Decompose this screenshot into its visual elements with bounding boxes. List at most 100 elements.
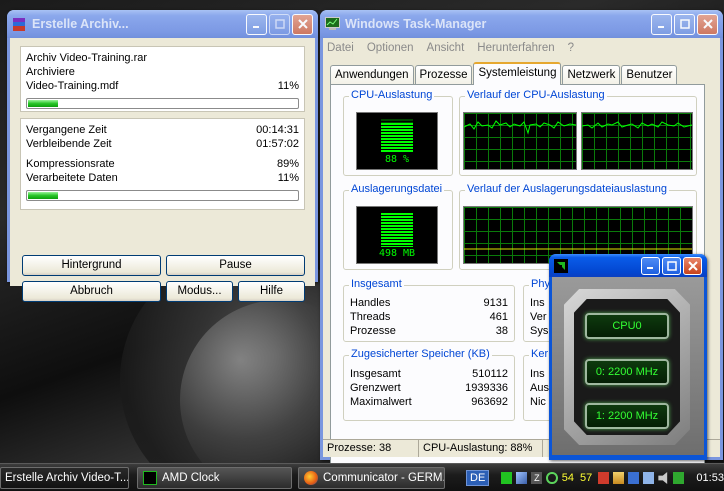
- background-button[interactable]: Hintergrund: [22, 255, 161, 276]
- archive-info-panel: Archiv Video-Training.rar Archiviere Vid…: [20, 46, 305, 112]
- commit-peak-value: 963692: [471, 396, 508, 408]
- commit-limit-value: 1939336: [465, 382, 508, 394]
- handles-label: Handles: [350, 297, 391, 309]
- taskbar-item-amdclock[interactable]: AMD Clock: [137, 467, 292, 489]
- taskmanager-icon: [324, 16, 340, 32]
- menu-options[interactable]: Optionen: [367, 42, 414, 54]
- tab-users[interactable]: Benutzer: [621, 65, 678, 84]
- close-button[interactable]: [683, 256, 702, 275]
- cpu-selector[interactable]: CPU0: [585, 313, 669, 339]
- cancel-button[interactable]: Abbruch: [22, 281, 161, 302]
- tray-temperature-2: 57: [579, 472, 593, 484]
- menu-view[interactable]: Ansicht: [427, 42, 465, 54]
- commit-total-value: 510112: [472, 368, 508, 380]
- cpu-usage-group: CPU-Auslastung 88 %: [343, 89, 453, 176]
- totals-group: Insgesamt Handles 9131 Threads 461 Prozess…: [343, 278, 515, 342]
- status-processes: Prozesse: 38: [323, 440, 419, 457]
- pagefile-value: 498 MB: [378, 248, 416, 259]
- minimize-button[interactable]: [246, 13, 267, 35]
- minimize-icon: [253, 25, 259, 28]
- amd-clock-window: CPU0 0: 2200 MHz 1: 2200 MHz: [549, 254, 707, 460]
- z-icon[interactable]: Z: [531, 472, 543, 484]
- tab-network[interactable]: Netzwerk: [562, 65, 621, 84]
- cpu-history-graph-core0: [463, 112, 577, 170]
- kernel-row: Aus: [530, 382, 549, 394]
- green-status-icon[interactable]: [501, 472, 513, 484]
- close-icon: [687, 260, 698, 271]
- minimize-button[interactable]: [641, 256, 660, 275]
- statistics-panel: Vergangene Zeit 00:14:31 Verbleibende Zei…: [20, 118, 305, 210]
- core0-frequency: 0: 2200 MHz: [585, 359, 669, 385]
- commit-limit-label: Grenzwert: [350, 382, 401, 394]
- minimize-icon: [647, 267, 653, 269]
- amd-clock-titlebar[interactable]: [549, 254, 707, 277]
- shield-icon[interactable]: [673, 472, 685, 484]
- commit-peak-label: Maximalwert: [350, 396, 412, 408]
- amd-logo-icon: [553, 258, 569, 274]
- processes-value: 38: [495, 325, 508, 337]
- volume-icon[interactable]: [658, 472, 668, 484]
- pause-button[interactable]: Pause: [166, 255, 305, 276]
- cpu-history-line: [463, 120, 577, 135]
- taskbar-item-label: AMD Clock: [162, 472, 220, 484]
- current-file: Video-Training.mdf: [26, 80, 119, 92]
- close-button[interactable]: [697, 13, 718, 35]
- tab-applications[interactable]: Anwendungen: [330, 65, 414, 84]
- totals-label: Insgesamt: [349, 278, 404, 290]
- language-indicator[interactable]: DE: [466, 470, 490, 486]
- current-action: Archiviere: [26, 66, 75, 78]
- firefox-icon: [304, 471, 318, 485]
- display-icon[interactable]: [628, 472, 640, 484]
- processed-value: 11%: [277, 172, 299, 184]
- alert-icon[interactable]: [598, 472, 610, 484]
- physical-row: Ver: [530, 311, 547, 323]
- tray-clock[interactable]: 01:53: [696, 472, 724, 484]
- clock-icon[interactable]: [546, 472, 558, 484]
- window-title: Windows Task-Manager: [345, 17, 487, 31]
- winrar-titlebar[interactable]: Erstelle Archiv...: [7, 10, 318, 38]
- close-button[interactable]: [292, 13, 313, 35]
- amd-logo-icon: [143, 471, 157, 485]
- remaining-label: Verbleibende Zeit: [26, 138, 112, 150]
- commit-charge-group: Zugesicherter Speicher (KB) Insgesamt 510…: [343, 348, 515, 421]
- minimize-button[interactable]: [651, 13, 672, 35]
- pagefile-group: Auslagerungsdatei 498 MB: [343, 183, 453, 270]
- tab-processes[interactable]: Prozesse: [414, 65, 473, 84]
- winrar-window: Erstelle Archiv... Archiv Video-Training…: [7, 10, 318, 302]
- cpu-meter-fill: [381, 123, 413, 153]
- mode-button[interactable]: Modus...: [166, 281, 233, 302]
- taskbar-item-communicator[interactable]: Communicator - GERM...: [298, 467, 445, 489]
- kernel-row: Nic: [530, 396, 546, 408]
- pagefile-history-label: Verlauf der Auslagerungsdateiauslastung: [465, 183, 669, 195]
- maximize-button[interactable]: [662, 256, 681, 275]
- menu-help[interactable]: ?: [568, 42, 574, 54]
- monitor-icon[interactable]: [643, 472, 655, 484]
- close-icon: [702, 19, 713, 29]
- tab-performance[interactable]: Systemleistung: [473, 62, 562, 85]
- commit-total-label: Insgesamt: [350, 368, 401, 380]
- cpu-usage-meter: 88 %: [356, 112, 438, 170]
- maximize-button[interactable]: [674, 13, 695, 35]
- taskbar: Erstelle Archiv Video-T... AMD Clock Com…: [0, 463, 724, 491]
- cpu-usage-label: CPU-Auslastung: [349, 89, 435, 101]
- taskmanager-titlebar[interactable]: Windows Task-Manager: [320, 10, 723, 38]
- amd-clock-body: CPU0 0: 2200 MHz 1: 2200 MHz: [552, 277, 704, 455]
- menu-file[interactable]: Datei: [327, 42, 354, 54]
- menu-shutdown[interactable]: Herunterfahren: [477, 42, 554, 54]
- physical-row: Ins: [530, 297, 545, 309]
- maximize-button[interactable]: [269, 13, 290, 35]
- elapsed-label: Vergangene Zeit: [26, 124, 107, 136]
- handles-value: 9131: [483, 297, 508, 309]
- network-icon[interactable]: [613, 472, 625, 484]
- help-button[interactable]: Hilfe: [238, 281, 305, 302]
- cpu-history-line: [581, 121, 693, 129]
- remaining-value: 01:57:02: [256, 138, 299, 150]
- system-tray: DE Z 54 57 01:53: [466, 464, 724, 491]
- file-percent: 11%: [277, 80, 299, 92]
- elapsed-value: 00:14:31: [256, 124, 299, 136]
- threads-value: 461: [489, 311, 508, 323]
- cube-icon[interactable]: [516, 472, 528, 484]
- maximize-icon: [666, 260, 677, 271]
- cpu-usage-value: 88 %: [384, 154, 410, 165]
- taskbar-item-winrar[interactable]: Erstelle Archiv Video-T...: [0, 467, 129, 489]
